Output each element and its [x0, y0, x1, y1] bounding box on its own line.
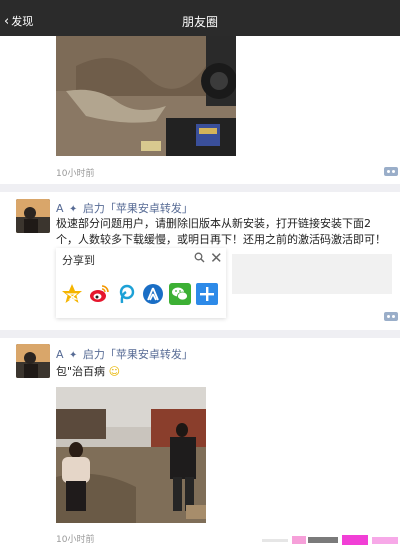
author-tag: 启力「苹果安卓转发」 [82, 348, 193, 361]
author-name: A [56, 348, 64, 361]
pin-icon: ✦ [69, 350, 78, 361]
nav-bar: ‹ 发现 朋友圈 [0, 6, 400, 36]
author-tag: 启力「苹果安卓转发」 [82, 202, 193, 215]
qzone-icon[interactable] [60, 282, 83, 305]
comment-menu-button[interactable] [384, 312, 398, 321]
share-panel: 分享到 ✕ [56, 248, 226, 318]
link-preview[interactable] [232, 254, 392, 294]
more-plus-icon[interactable] [195, 282, 218, 305]
post-time: 10小时前 [56, 535, 95, 545]
search-icon[interactable] [194, 252, 205, 266]
avatar[interactable] [16, 199, 50, 233]
wechat-icon[interactable] [168, 282, 191, 305]
page-title: 朋友圈 [181, 15, 218, 29]
share-title: 分享到 [62, 254, 95, 267]
renren-icon[interactable] [141, 282, 164, 305]
post-author[interactable]: A ✦ 启力「苹果安卓转发」 [56, 200, 193, 216]
post-divider [0, 184, 400, 192]
comment-menu-button[interactable] [384, 167, 398, 176]
watermark [262, 532, 400, 546]
post-text: 包"治百病 ☺ [56, 364, 386, 380]
post-time: 10小时前 [56, 169, 95, 179]
tencent-weibo-icon[interactable] [114, 282, 137, 305]
post-photo[interactable] [56, 36, 236, 156]
post-divider [0, 330, 400, 338]
post-text: 极速部分问题用户，请删除旧版本从新安装，打开链接安装下面2个，人数较多下载缓慢，… [56, 217, 386, 246]
avatar-graphic [16, 199, 50, 233]
share-icons [60, 282, 218, 305]
post-photo-graphic [56, 36, 236, 156]
post-author[interactable]: A ✦ 启力「苹果安卓转发」 [56, 346, 193, 362]
post-photo-graphic [56, 387, 206, 523]
avatar-graphic [16, 344, 50, 378]
post-photo[interactable] [56, 387, 206, 523]
smiley-emoji-icon: ☺ [108, 365, 121, 378]
avatar[interactable] [16, 344, 50, 378]
weibo-icon[interactable] [87, 282, 110, 305]
close-icon[interactable]: ✕ [210, 249, 223, 267]
author-name: A [56, 202, 64, 215]
post-text-content: 包"治百病 [56, 365, 106, 378]
pin-icon: ✦ [69, 204, 78, 215]
